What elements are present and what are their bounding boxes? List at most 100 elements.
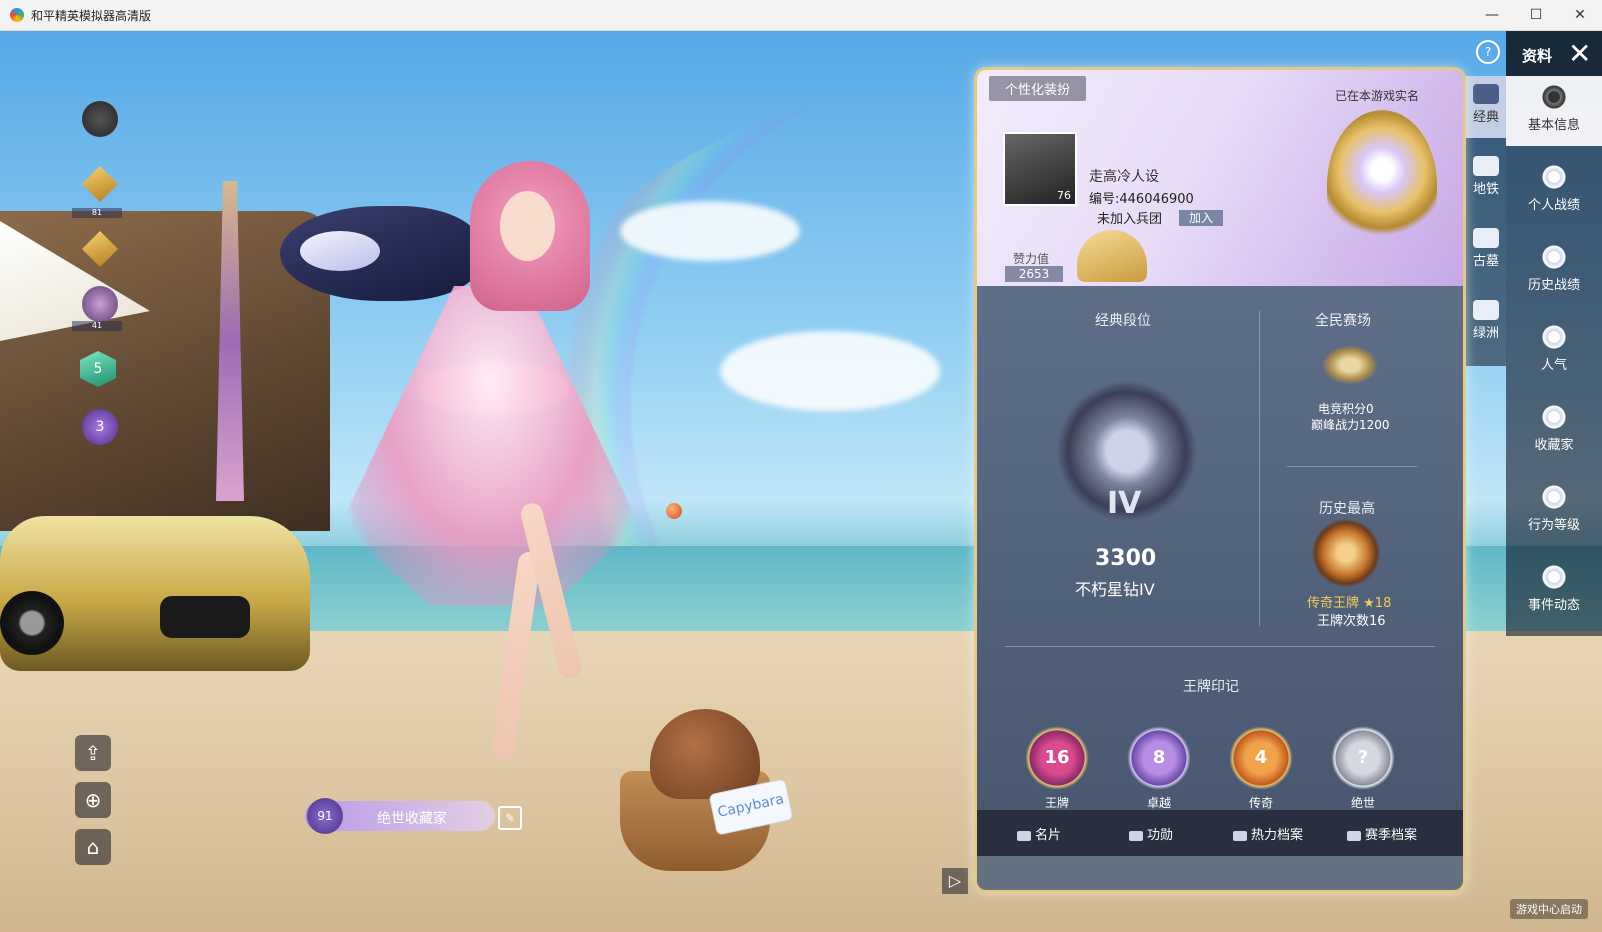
ace-count: 王牌次数16 [1317,614,1386,629]
player-clan: 未加入兵团 [1097,212,1163,227]
mode-oasis[interactable]: 绿洲 [1466,292,1506,354]
helmet-icon [1077,230,1147,282]
divider [1005,646,1435,647]
history-best-header: 历史最高 [1319,501,1375,517]
maximize-button[interactable]: ☐ [1514,0,1558,30]
excellence-mark-badge[interactable]: 8 [1127,726,1191,790]
rank-section: 经典段位 IV 3300 不朽星钻IV 全民赛场 电竞积分0 巅峰战力1200 … [977,286,1463,810]
game-center-launch[interactable]: 游戏中心启动 [1510,899,1588,919]
nav-basic-info[interactable]: 基本信息 [1506,76,1602,146]
zoom-in-icon[interactable]: ⊕ [75,782,111,818]
tab-merit[interactable]: 功勋 [1129,824,1173,843]
peerless-mark-badge[interactable]: ? [1331,726,1395,790]
arena-badge-icon [1317,342,1383,388]
collector-label: 绝世收藏家 [377,811,447,827]
mode-metro[interactable]: 地铁 [1466,148,1506,210]
classic-icon [1473,84,1499,104]
mode-label: 绿洲 [1472,326,1499,341]
real-name-status: 已在本游戏实名 [1335,89,1420,103]
nav-events[interactable]: 事件动态 [1506,556,1602,626]
orange-ball [666,503,682,519]
rank-purple-count: 41 [72,321,122,331]
history-rank-stars: ★18 [1363,596,1392,611]
mode-label: 古墓 [1472,254,1499,269]
ace-marks-header: 王牌印记 [1183,679,1239,695]
nav-personal-record[interactable]: 个人战绩 [1506,156,1602,226]
rank-violet-icon[interactable]: 3 [82,409,118,445]
mode-nav: 经典 地铁 古墓 绿洲 [1466,76,1506,366]
power-value: 2653 [1005,266,1063,282]
rank-purple-icon[interactable] [82,286,118,322]
app-icon [10,8,24,22]
avatar-level: 76 [1057,189,1071,202]
tab-card[interactable]: 名片 [1017,824,1061,843]
profile-icon [1541,84,1567,110]
oasis-icon [1473,300,1499,320]
personalize-tag[interactable]: 个性化装扮 [989,76,1087,101]
nav-label: 历史战绩 [1527,278,1580,293]
rank-gold-icon[interactable] [82,166,118,202]
rank-tier-numeral: IV [1107,486,1142,521]
profile-side-nav: 基本信息 个人战绩 历史战绩 人气 收藏家 行为等级 事件动态 [1506,76,1602,636]
car-wheel [0,591,64,655]
nav-label: 行为等级 [1527,518,1580,533]
edit-icon[interactable]: ✎ [498,806,522,830]
arena-peak-power: 巅峰战力1200 [1311,418,1390,432]
close-window-button[interactable]: ✕ [1558,0,1602,30]
tab-heat-archive[interactable]: 热力档案 [1233,824,1303,843]
expand-arrow-icon[interactable]: ▷ [942,868,968,894]
profile-panel: 个性化装扮 已在本游戏实名 76 走高冷人设 编号:446046900 未加入兵… [974,67,1466,893]
profile-nav-title: 资料 [1522,47,1553,65]
home-icon[interactable]: ⌂ [75,829,111,865]
history-best-rank: 传奇王牌 ★18 [1307,592,1391,611]
divider [1287,466,1417,467]
record-icon [1541,164,1567,190]
nav-behavior-level[interactable]: 行为等级 [1506,476,1602,546]
metro-icon [1473,156,1499,176]
arena-esports-score: 电竞积分0 [1318,402,1374,416]
help-icon[interactable]: ? [1476,40,1500,64]
minimize-button[interactable]: — [1470,0,1514,30]
nav-popularity[interactable]: 人气 [1506,316,1602,386]
ace-mark-badge[interactable]: 16 [1025,726,1089,790]
character-face [500,191,555,261]
cloud [720,331,940,411]
rank-score: 3300 [1095,546,1157,571]
window-titlebar: 和平精英模拟器高清版 — ☐ ✕ [0,0,1602,31]
helicopter-skin [280,206,480,301]
game-viewport: Capybara 81 41 5 3 ⇪ ⊕ ⌂ 91 绝世收藏家 ✎ ▷ ? … [0,31,1602,932]
collector-badge[interactable]: 91 绝世收藏家 [305,798,495,834]
mode-classic[interactable]: 经典 [1466,76,1506,138]
history-rank-label: 传奇王牌 [1307,596,1360,611]
share-icon[interactable]: ⇪ [75,735,111,771]
nav-label: 基本信息 [1527,118,1580,133]
season-emblem-icon [1327,110,1437,260]
popularity-icon [1541,324,1567,350]
power-label: 赞力值 [1013,252,1050,266]
avatar[interactable]: 76 [1003,132,1077,206]
tab-season-archive[interactable]: 赛季档案 [1347,824,1417,843]
car-grille [160,596,250,638]
mode-tomb[interactable]: 古墓 [1466,220,1506,282]
legend-mark-badge[interactable]: 4 [1229,726,1293,790]
peerless-mark-label: 绝世 [1350,796,1375,810]
close-icon[interactable]: ✕ [1568,37,1591,70]
nav-label: 事件动态 [1527,598,1580,613]
window-title: 和平精英模拟器高清版 [31,9,152,23]
join-clan-button[interactable]: 加入 [1179,210,1224,226]
tomb-icon [1473,228,1499,248]
avatar-frame-icon[interactable] [82,101,118,137]
behavior-icon [1541,484,1567,510]
nav-collector[interactable]: 收藏家 [1506,396,1602,466]
collector-level: 91 [307,798,343,834]
rank-name: 不朽星钻IV [1075,580,1155,599]
nav-label: 收藏家 [1534,438,1574,453]
legend-mark-label: 传奇 [1248,796,1273,810]
events-icon [1541,564,1567,590]
excellence-mark-label: 卓越 [1146,796,1171,810]
ace-mark-label: 王牌 [1044,796,1069,810]
nav-history-record[interactable]: 历史战绩 [1506,236,1602,306]
legend-ace-icon [1303,518,1389,588]
profile-header: 个性化装扮 已在本游戏实名 76 走高冷人设 编号:446046900 未加入兵… [977,70,1463,286]
arena-header: 全民赛场 [1315,313,1371,329]
